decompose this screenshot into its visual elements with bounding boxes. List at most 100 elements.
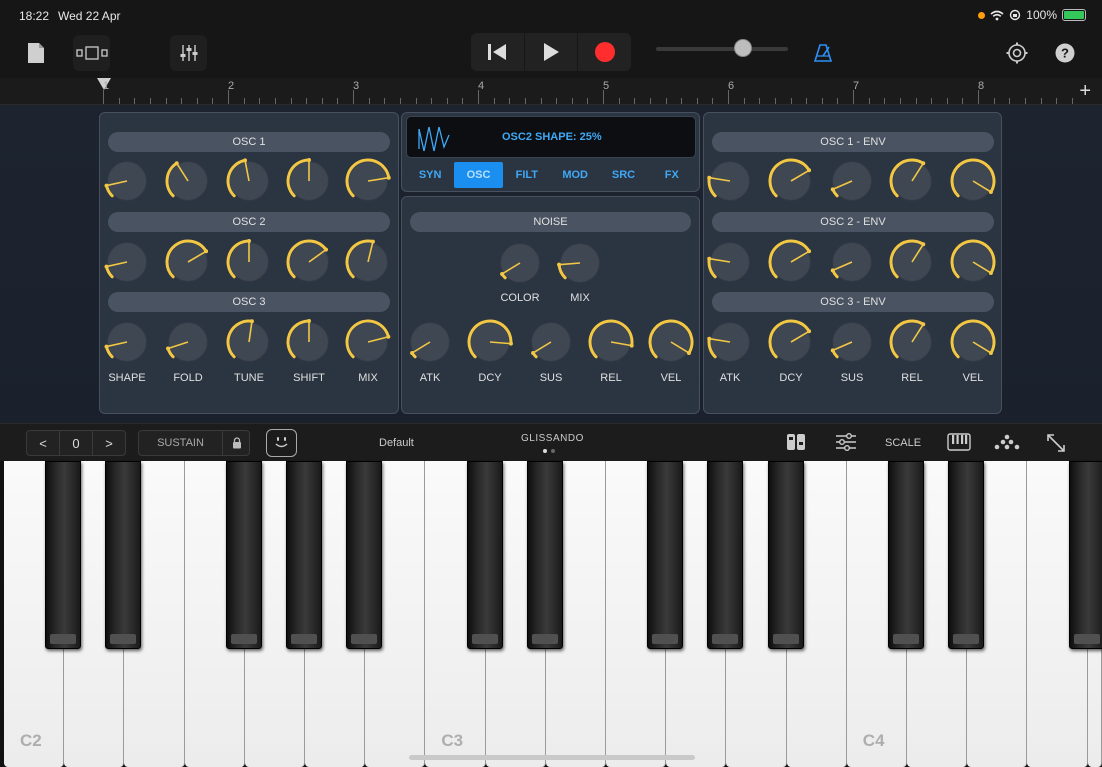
osc3-knob-shape[interactable]	[104, 319, 150, 365]
master-volume-handle[interactable]	[734, 39, 752, 57]
ruler-tick	[165, 98, 167, 104]
master-volume-slider[interactable]	[656, 39, 788, 57]
black-key[interactable]	[45, 461, 82, 649]
env3-knob-dcy[interactable]	[768, 319, 814, 365]
env2-knob-rel[interactable]	[889, 239, 935, 285]
help-button[interactable]: ?	[1050, 35, 1080, 71]
expand-keyboard-button[interactable]	[1045, 432, 1069, 454]
osc3-knob-mix[interactable]	[345, 319, 391, 365]
env3-knob-vel[interactable]	[950, 319, 996, 365]
env2-knob-vel[interactable]	[950, 239, 996, 285]
osc3-knob-shift[interactable]	[286, 319, 332, 365]
env2-knob-atk[interactable]	[707, 239, 753, 285]
ruler-tick	[837, 98, 839, 104]
smart-keyboard-button[interactable]	[266, 429, 297, 457]
osc2-knob-shift[interactable]	[286, 239, 332, 285]
tab-fx[interactable]: FX	[648, 162, 696, 188]
env3-knob-atk[interactable]	[707, 319, 753, 365]
osc3-knob-tune[interactable]	[226, 319, 272, 365]
osc2-knob-tune[interactable]	[226, 239, 272, 285]
status-bar: 18:22 Wed 22 Apr 100%	[0, 0, 1102, 30]
env3-knob-rel[interactable]	[889, 319, 935, 365]
split-view-button[interactable]	[786, 432, 810, 454]
black-key[interactable]	[1068, 461, 1102, 649]
noise-env-knob-vel[interactable]	[648, 319, 694, 365]
document-button[interactable]	[20, 35, 52, 71]
key-label: C3	[441, 731, 464, 750]
osc1-knob-tune[interactable]	[226, 158, 272, 204]
glissando-mode[interactable]: GLISSANDO	[521, 433, 584, 444]
osc2-knob-mix[interactable]	[345, 239, 391, 285]
env1-knob-rel[interactable]	[889, 158, 935, 204]
black-key[interactable]	[647, 461, 684, 649]
black-key[interactable]	[286, 461, 322, 649]
black-key[interactable]	[346, 461, 383, 649]
noise-env-knob-sus[interactable]	[528, 319, 574, 365]
arpeggiator-icon	[994, 434, 1020, 450]
sustain-control[interactable]: SUSTAIN	[138, 430, 250, 456]
black-key[interactable]	[225, 461, 262, 649]
knob-label-env-dcy: DCY	[779, 372, 803, 384]
ruler-tick	[274, 98, 276, 104]
rewind-button[interactable]	[471, 33, 525, 71]
tracks-view-button[interactable]	[73, 35, 110, 71]
preset-name[interactable]: Default	[379, 437, 414, 449]
status-right: 100%	[978, 8, 1086, 22]
noise-knob-color[interactable]	[497, 240, 543, 286]
osc2-knob-fold[interactable]	[165, 239, 211, 285]
noise-env-knob-dcy[interactable]	[467, 319, 513, 365]
osc2-knob-shape-graphic	[104, 242, 147, 282]
settings-button[interactable]	[1002, 35, 1032, 71]
ruler-tick	[149, 98, 151, 104]
ruler-tick	[681, 98, 683, 104]
mixer-button[interactable]	[170, 35, 207, 71]
tab-mod[interactable]: MOD	[551, 162, 599, 188]
osc1-knob-shape[interactable]	[104, 158, 150, 204]
tab-osc[interactable]: OSC	[454, 162, 503, 188]
env1-knob-atk[interactable]	[707, 158, 753, 204]
env3-knob-sus[interactable]	[829, 319, 875, 365]
env2-knob-sus[interactable]	[829, 239, 875, 285]
timeline-ruler[interactable]: + 12345678	[0, 78, 1102, 105]
metronome-button[interactable]	[808, 35, 838, 71]
play-button[interactable]	[525, 33, 579, 71]
tab-filt[interactable]: FILT	[503, 162, 551, 188]
record-button[interactable]	[578, 33, 631, 71]
noise-env-knob-rel-graphic	[588, 319, 634, 362]
osc3-knob-fold[interactable]	[165, 319, 211, 365]
black-key[interactable]	[948, 461, 985, 649]
octave-down-button[interactable]: <	[27, 431, 60, 455]
arpeggiator-button[interactable]	[994, 432, 1020, 454]
black-key[interactable]	[526, 461, 563, 649]
lock-icon[interactable]	[232, 437, 242, 449]
noise-env-knob-rel[interactable]	[588, 319, 634, 365]
noise-env-knob-atk[interactable]	[407, 319, 453, 365]
osc1-knob-fold[interactable]	[165, 158, 211, 204]
sustain-button[interactable]: SUSTAIN	[139, 431, 223, 455]
tab-syn[interactable]: SYN	[406, 162, 454, 188]
osc3-knob-tune-graphic	[226, 319, 269, 362]
controls-button[interactable]	[835, 432, 859, 454]
add-section-button[interactable]: +	[1079, 81, 1091, 101]
noise-knob-mix[interactable]	[557, 240, 603, 286]
page-dot	[551, 449, 555, 453]
home-indicator[interactable]	[409, 755, 695, 760]
black-key[interactable]	[888, 461, 924, 649]
tab-src[interactable]: SRC	[599, 162, 647, 188]
scale-button[interactable]: SCALE	[885, 437, 921, 449]
privacy-indicator	[978, 11, 986, 19]
osc1-knob-shift[interactable]	[286, 158, 332, 204]
env2-knob-dcy[interactable]	[768, 239, 814, 285]
black-key[interactable]	[767, 461, 804, 649]
env1-knob-vel[interactable]	[950, 158, 996, 204]
keyboard-layout-button[interactable]	[947, 432, 971, 454]
env1-knob-dcy[interactable]	[768, 158, 814, 204]
osc2-knob-shape[interactable]	[104, 239, 150, 285]
section-header-osc1: OSC 1	[108, 132, 390, 152]
osc1-knob-mix[interactable]	[345, 158, 391, 204]
black-key[interactable]	[105, 461, 142, 649]
black-key[interactable]	[707, 461, 744, 649]
black-key[interactable]	[466, 461, 503, 649]
octave-up-button[interactable]: >	[93, 431, 125, 455]
env1-knob-sus[interactable]	[829, 158, 875, 204]
